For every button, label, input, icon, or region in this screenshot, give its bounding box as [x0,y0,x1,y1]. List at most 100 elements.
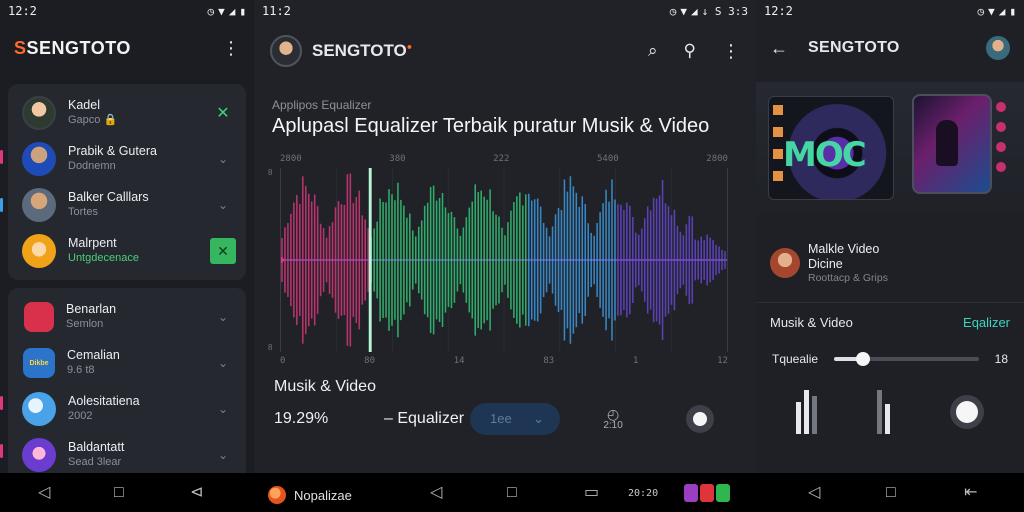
list-item[interactable]: Benarlan Semlon ⌄ [8,294,246,340]
battery-icon: ▮ [1009,4,1016,18]
list-item[interactable]: Dikbe Cemalian 9.6 t8 ⌄ [8,340,246,386]
list-item[interactable]: Balker Calllars Tortes ⌄ [8,182,246,228]
timer-button[interactable]: ◴ 2:10 [602,407,624,431]
list-item[interactable]: Prabik & Gutera Dodnemn ⌄ [8,136,246,182]
chevron-down-icon[interactable]: ⌄ [210,402,236,416]
phone-screen-chats: 12:2 ◷ ▼ ◢ ▮ SSENGTOTO ⋮ Kadel Gapco 🔒 ✕ Pr… [0,0,254,473]
avatar [24,302,54,332]
avatar [22,142,56,176]
battery-icon: ▮ [239,4,246,18]
slider-label: Tquealie [772,352,819,366]
nav-app-shortcut[interactable]: Nopalizae [268,486,352,504]
list-item-text: Aolesitatiena 2002 [68,394,198,423]
recents-nav-icon[interactable]: ⇤ [964,485,977,501]
status-time: 12:2 [764,4,793,18]
list-item-text: Cemalian 9.6 t8 [67,348,198,377]
avatar [770,248,800,278]
preset-dropdown[interactable]: 1ee ⌄ [470,402,561,435]
media-item-title-2: Dicine [808,257,843,271]
tick-label: 8 [268,167,273,177]
alarm-icon: ◷ [977,4,985,18]
media-thumbnail-phone[interactable] [912,94,992,194]
bars-icon[interactable] [796,390,817,434]
app-chip-icon[interactable] [700,484,714,502]
app-chip-icon[interactable] [716,484,730,502]
dismiss-icon[interactable]: ✕ [210,238,236,264]
chevron-down-icon[interactable]: ⌄ [210,310,236,324]
action-dot-icon[interactable] [996,122,1006,132]
tick-label: 0 [280,355,286,366]
back-arrow-icon[interactable]: ← [770,38,788,59]
app-bar: SSENGTOTO ⋮ [0,22,254,74]
edge-indicator [0,198,3,212]
back-nav-icon[interactable]: ◁ [38,485,50,501]
avatar[interactable] [270,35,302,67]
list-item-text: Kadel Gapco 🔒 [68,98,198,127]
more-options-icon[interactable]: ⋮ [722,41,740,62]
list-item[interactable]: Aolesitatiena 2002 ⌄ [8,386,246,432]
alarm-icon: ◷ [207,4,215,18]
system-nav-bar: ◁ □ ⊲ Nopalizae ◁ □ ▭ 20:20 ◁ □ ⇤ [0,473,1024,512]
level-icon[interactable] [877,390,890,434]
eq-bottom-ticks: 0 80 14 83 1 12 [280,356,728,366]
back-nav-icon[interactable]: ◁ [430,485,442,501]
thumbnail-strip [773,105,783,191]
chevron-down-icon[interactable]: ⌄ [210,356,236,370]
equalizer-visual[interactable]: 2800 380 222 5400 2800 88 0 80 14 83 1 12 [268,154,742,366]
app-logo: SSENGTOTO [14,37,131,58]
list-item-text: Prabik & Gutera Dodnemn [68,144,198,173]
home-nav-icon[interactable]: □ [507,485,517,501]
more-options-icon[interactable]: ⋮ [222,38,240,59]
status-icons: ◷ ▼ ◢ ▮ [208,5,247,18]
bar [796,402,801,434]
avatar [22,188,56,222]
list-item[interactable]: Baldantatt Sead 3lear ⌄ [8,432,246,473]
action-dot-icon[interactable] [996,102,1006,112]
record-button[interactable] [950,395,984,429]
recents-nav-icon[interactable]: ⊲ [190,485,203,501]
list-item-title: Prabik & Gutera [68,144,157,159]
list-item-subtitle: Sead 3lear [68,455,122,468]
status-time: 11:2 [262,4,291,18]
status-bar: 12:2 ◷ ▼ ◢ ▮ [0,0,254,22]
slider-knob[interactable] [855,352,870,366]
phone-screen-equalizer: 11:2 ◷ ▼ ◢ ↓ S 3:3 SENGTOTO● ⌕ ⚲ ⋮ Appli… [254,0,756,473]
list-item-title: Baldantatt [68,440,125,455]
home-nav-icon[interactable]: □ [114,485,124,501]
zoom-icon[interactable]: ⚲ [684,41,696,61]
tick-label: 1 [632,355,639,366]
tick-label: 12 [717,355,728,366]
slider-row: Tquealie 18 [756,352,1024,366]
search-icon[interactable]: ⌕ [648,41,658,61]
signal-icon: ◢ [691,4,698,18]
close-icon[interactable]: ✕ [210,103,236,123]
media-item[interactable]: Malkle Video Dicine Roottacp & Grips [756,242,1024,284]
chevron-down-icon[interactable]: ⌄ [210,448,236,462]
app-chip-icon[interactable] [684,484,698,502]
article-kicker: Applipos Equalizer [272,98,372,112]
action-dot-icon[interactable] [996,142,1006,152]
back-nav-icon[interactable]: ◁ [808,485,820,501]
brand-mark-icon: ● [406,41,413,52]
chevron-down-icon[interactable]: ⌄ [210,152,236,166]
level-slider[interactable] [834,352,979,366]
list-item-subtitle: Dodnemn [68,159,116,172]
level-percent: 19.29% [274,409,329,427]
avatar: Dikbe [23,348,55,378]
edge-indicator [0,396,3,410]
signal-icon: ◢ [228,4,236,18]
clipboard-nav-icon[interactable]: ▭ [584,485,599,501]
status-extra: ↓ S 3:3 [701,4,748,18]
media-thumbnail-main[interactable]: MOC [768,96,894,200]
list-item[interactable]: Malrpent Untgdecenace ✕ [8,228,246,274]
chevron-down-icon[interactable]: ⌄ [210,198,236,212]
timer-icon: ◴ [606,405,620,422]
media-item-text: Malkle Video Dicine Roottacp & Grips [808,242,888,284]
record-toggle[interactable] [686,404,715,433]
list-item[interactable]: Kadel Gapco 🔒 ✕ [8,90,246,136]
action-dot-icon[interactable] [996,162,1006,172]
home-nav-icon[interactable]: □ [886,485,896,501]
avatar[interactable] [986,36,1010,60]
equalizer-link[interactable]: Eqalizer [963,315,1010,330]
wifi-icon: ▼ [218,4,225,18]
